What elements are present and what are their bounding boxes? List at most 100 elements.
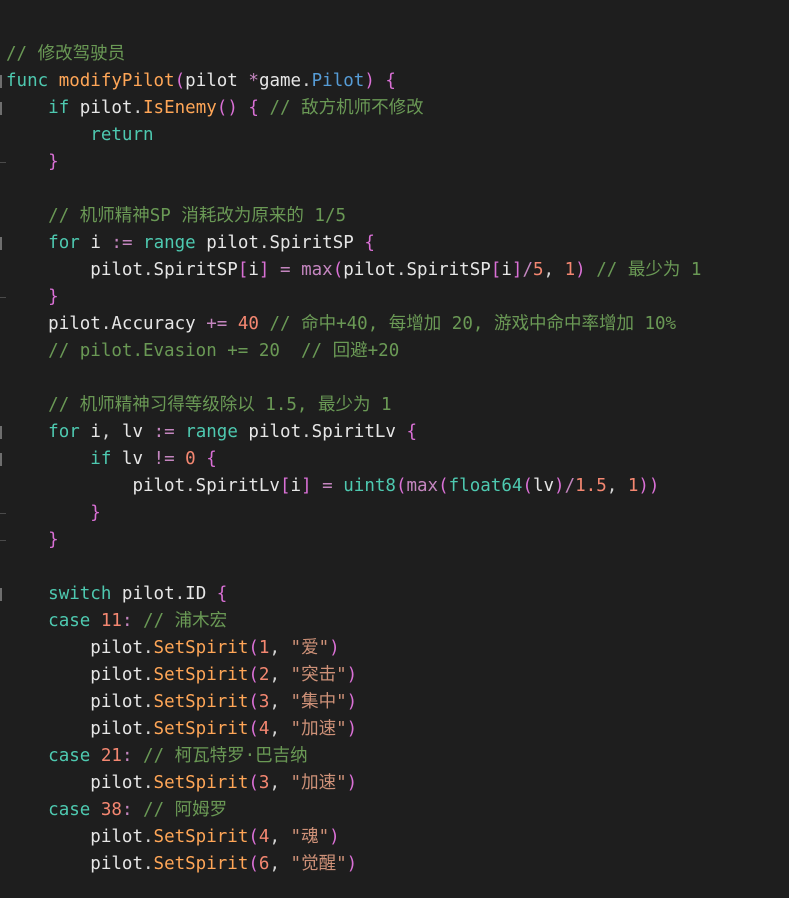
code-token-keyword: uint8 (343, 476, 396, 496)
code-token-method: SetSpirit (153, 665, 249, 685)
code-token-plain: , (269, 638, 291, 658)
code-token-op: / (522, 260, 533, 280)
code-line[interactable]: } (0, 149, 789, 176)
code-line[interactable]: // 修改驾驶员 (0, 41, 789, 68)
code-token-paren: ( (332, 260, 344, 280)
code-token-ident: pilot (90, 665, 143, 685)
code-line[interactable]: case 11: // 浦木宏 (0, 608, 789, 635)
code-line[interactable]: // 机师精神习得等级除以 1.5, 最少为 1 (0, 392, 789, 419)
code-token-ident: SpiritSP (153, 260, 238, 280)
code-line[interactable]: for i, lv := range pilot.SpiritLv { (0, 419, 789, 446)
code-line[interactable]: if lv != 0 { (0, 446, 789, 473)
code-token-string: "突击" (290, 665, 347, 685)
code-line[interactable]: case 38: // 阿姆罗 (0, 797, 789, 824)
code-line[interactable]: case 21: // 柯瓦特罗·巴吉纳 (0, 743, 789, 770)
code-token-op: += (206, 314, 228, 334)
code-token-number: 2 (258, 665, 270, 685)
fold-marker-icon[interactable] (0, 75, 2, 88)
code-line[interactable]: pilot.SetSpirit(1, "爱") (0, 635, 789, 662)
code-token-op: : (121, 800, 133, 820)
code-editor[interactable]: // 修改驾驶员 func modifyPilot(pilot *game.Pil… (0, 0, 789, 874)
code-line[interactable]: if pilot.IsEnemy() { // 敌方机师不修改 (0, 95, 789, 122)
code-token-paren: { (206, 449, 217, 469)
code-token-number: 4 (258, 827, 270, 847)
code-line[interactable]: } (0, 500, 789, 527)
code-line[interactable]: pilot.SetSpirit(6, "觉醒") (0, 851, 789, 878)
code-line[interactable]: for i := range pilot.SpiritSP { (0, 230, 789, 257)
code-token-paren: { (216, 584, 228, 604)
code-line[interactable]: } (0, 527, 789, 554)
code-line[interactable]: pilot.Accuracy += 40 // 命中+40, 每增加 20, 游… (0, 311, 789, 338)
fold-marker-icon[interactable] (0, 588, 2, 601)
code-line[interactable]: pilot.SetSpirit(3, "集中") (0, 689, 789, 716)
code-token-number: 0 (185, 449, 196, 469)
code-line[interactable]: pilot.SetSpirit(4, "魂") (0, 824, 789, 851)
code-token-ident: lv (532, 476, 555, 496)
code-line[interactable]: func modifyPilot(pilot *game.Pilot) { (0, 68, 789, 95)
code-line[interactable] (0, 554, 789, 581)
code-line[interactable]: } (0, 284, 789, 311)
code-token-dot: . (142, 665, 154, 685)
fold-marker-icon[interactable] (0, 102, 2, 115)
code-token-keyword: if (90, 449, 112, 469)
code-token-op: = (280, 260, 291, 280)
code-token-ident: SpiritLv (311, 422, 396, 442)
code-token-ident: pilot (90, 638, 143, 658)
fold-marker-icon[interactable] (0, 237, 2, 250)
code-line[interactable]: return (0, 122, 789, 149)
code-line[interactable] (0, 365, 789, 392)
code-token-paren: ) (575, 260, 586, 280)
code-token-paren: } (48, 530, 59, 550)
code-token-ident: pilot (90, 260, 143, 280)
code-token-keyword: for (48, 233, 80, 253)
code-token-plain: , (269, 854, 291, 874)
code-token-op: : (121, 611, 133, 631)
fold-marker-icon[interactable] (0, 453, 2, 466)
code-token-dot: . (132, 98, 144, 118)
code-token-fn-orange: modifyPilot (58, 71, 175, 91)
code-token-paren: ) (346, 773, 358, 793)
code-line[interactable]: pilot.SetSpirit(4, "加速") (0, 716, 789, 743)
code-token-paren: ) (346, 692, 358, 712)
code-token-paren: ( (395, 476, 407, 496)
code-token-ident: SpiritSP (406, 260, 491, 280)
code-token-paren: ) (346, 854, 358, 874)
fold-marker-icon[interactable] (0, 426, 2, 439)
code-token-keyword: return (90, 125, 154, 145)
code-token-dot: . (142, 773, 154, 793)
code-line[interactable]: // pilot.Evasion += 20 // 回避+20 (0, 338, 789, 365)
code-token-ident: pilot (248, 422, 302, 442)
code-token-string: "爱" (290, 638, 330, 658)
code-token-ident: pilot (90, 827, 143, 847)
code-line[interactable]: // 机师精神SP 消耗改为原来的 1/5 (0, 203, 789, 230)
code-line[interactable]: pilot.SpiritSP[i] = max(pilot.SpiritSP[i… (0, 257, 789, 284)
code-token-paren: ] (511, 260, 523, 280)
code-token-paren: ( (248, 827, 259, 847)
code-token-dot: . (301, 422, 312, 442)
code-line[interactable]: pilot.SetSpirit(2, "突击") (0, 662, 789, 689)
code-line[interactable]: pilot.SetSpirit(3, "加速") (0, 770, 789, 797)
code-line[interactable]: pilot.SpiritLv[i] = uint8(max(float64(lv… (0, 473, 789, 500)
code-token-ident: i (290, 476, 302, 496)
code-token-number: 5 (532, 260, 544, 280)
code-line[interactable] (0, 176, 789, 203)
code-line[interactable]: switch pilot.ID { (0, 581, 789, 608)
fold-end-guide (0, 297, 6, 298)
code-token-paren: { (248, 98, 259, 118)
code-token-comment: // 阿姆罗 (143, 800, 228, 820)
